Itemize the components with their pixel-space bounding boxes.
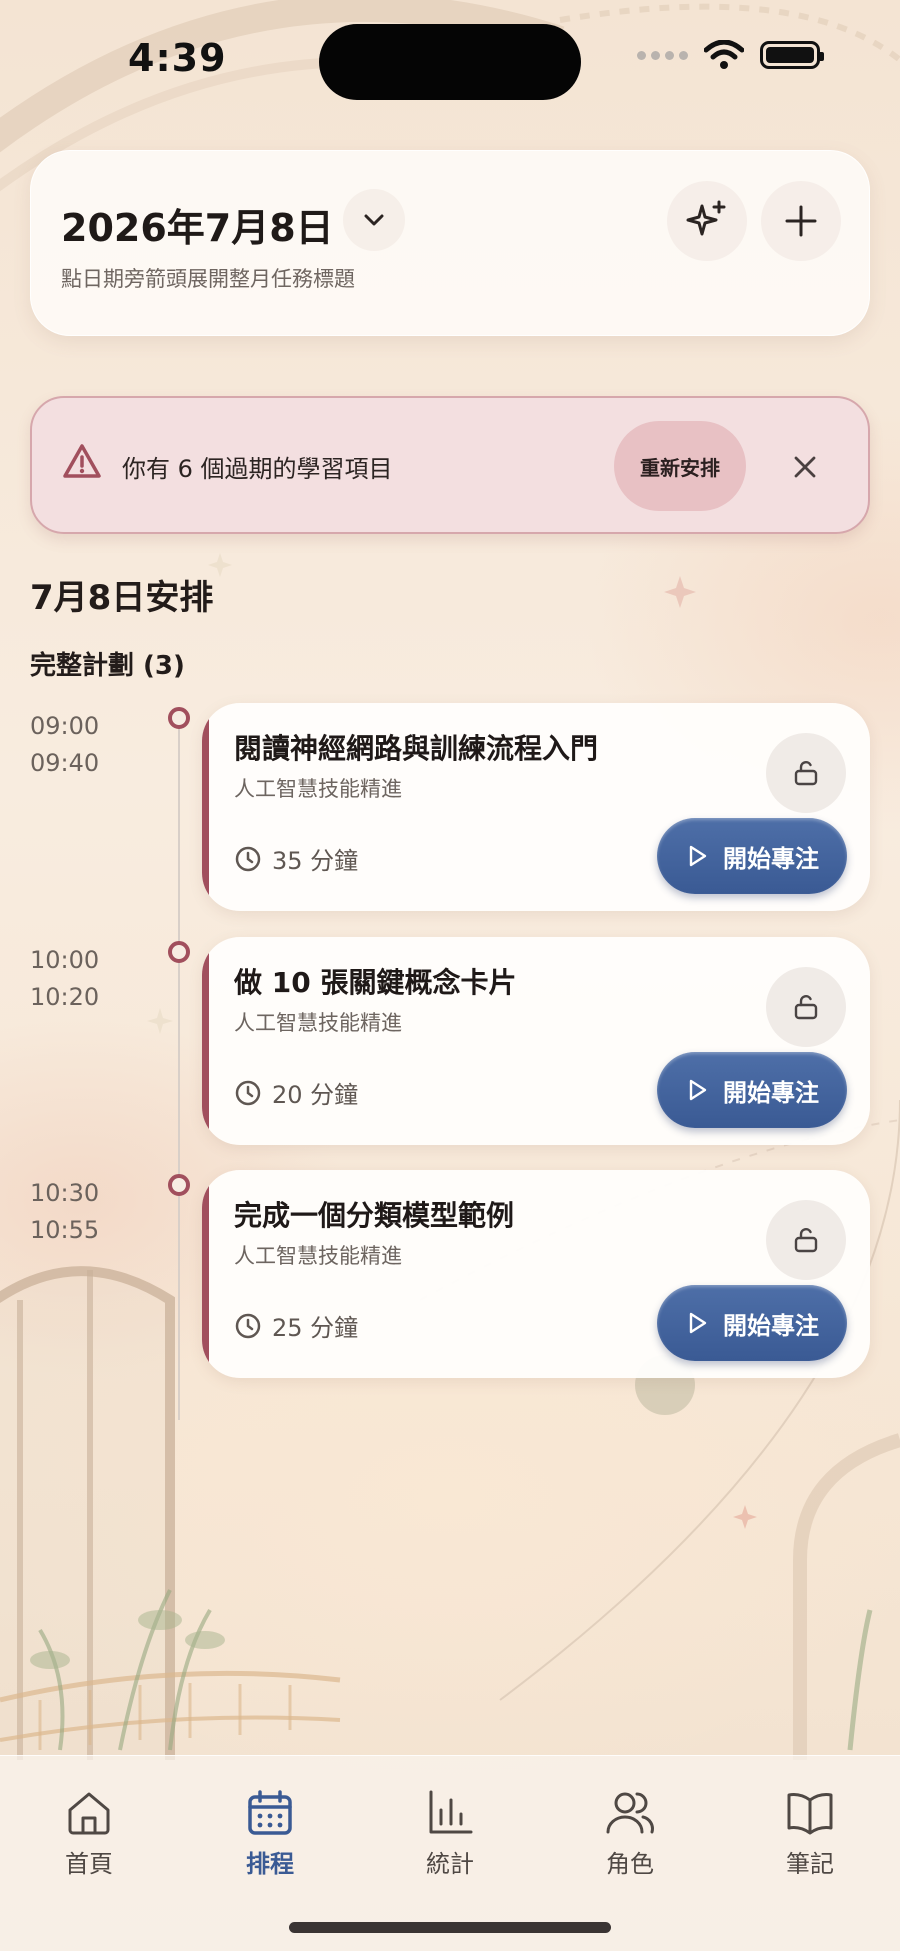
timeline-dot [168, 707, 190, 729]
tab-home-label: 首頁 [65, 1850, 113, 1878]
start-focus-button[interactable]: 開始專注 [657, 1052, 847, 1128]
play-icon [689, 1079, 707, 1101]
home-indicator[interactable] [289, 1922, 611, 1933]
overdue-alert-banner: 你有 6 個過期的學習項目 重新安排 [30, 396, 870, 534]
warning-triangle-icon [63, 444, 101, 478]
status-bar-indicators [637, 40, 824, 70]
home-icon [68, 1792, 110, 1835]
wifi-icon [704, 40, 744, 69]
timeline-dot [168, 1174, 190, 1196]
task-card[interactable]: 閱讀神經網路與訓練流程入門 人工智慧技能精進 35 分鐘 開始專注 [202, 703, 870, 911]
tab-characters[interactable]: 角色 [570, 1788, 690, 1879]
day-schedule-title: 7月8日安排 [30, 578, 214, 618]
task-duration: 35 分鐘 [234, 841, 358, 876]
clock-icon [235, 1313, 261, 1338]
reschedule-button[interactable]: 重新安排 [614, 421, 746, 511]
task-title: 完成一個分類模型範例 [234, 1199, 515, 1232]
task-duration: 20 分鐘 [234, 1075, 358, 1110]
task-goal: 人工智慧技能精進 [234, 777, 402, 801]
lock-toggle-button[interactable] [766, 733, 846, 813]
task-goal: 人工智慧技能精進 [234, 1244, 402, 1268]
close-icon [794, 456, 816, 478]
start-focus-button[interactable]: 開始專注 [657, 1285, 847, 1361]
bar-chart-icon [429, 1790, 473, 1834]
tab-stats-label: 統計 [426, 1850, 474, 1878]
task-end-time: 10:55 [30, 1216, 100, 1244]
users-icon [606, 1792, 654, 1834]
start-focus-label: 開始專注 [723, 844, 819, 873]
unlock-icon [794, 995, 818, 1020]
chevron-down-icon [364, 214, 384, 226]
expand-month-button[interactable] [343, 189, 405, 251]
task-card[interactable]: 做 10 張關鍵概念卡片 人工智慧技能精進 20 分鐘 開始專注 [202, 937, 870, 1145]
task-start-time: 10:30 [30, 1179, 100, 1207]
ai-suggest-button[interactable] [667, 181, 747, 261]
task-duration-label: 25 分鐘 [272, 1314, 359, 1342]
signal-dots-icon [637, 50, 688, 60]
dynamic-island [319, 24, 581, 100]
tab-schedule[interactable]: 排程 [210, 1788, 330, 1879]
task-duration-label: 35 分鐘 [272, 847, 359, 875]
start-focus-label: 開始專注 [723, 1311, 819, 1340]
play-icon [689, 1312, 707, 1334]
tab-home[interactable]: 首頁 [29, 1788, 149, 1879]
plus-icon [785, 205, 817, 237]
task-end-time: 09:40 [30, 749, 100, 777]
unlock-icon [794, 1228, 818, 1253]
task-end-time: 10:20 [30, 983, 100, 1011]
lock-toggle-button[interactable] [766, 967, 846, 1047]
add-task-button[interactable] [761, 181, 841, 261]
lock-toggle-button[interactable] [766, 1200, 846, 1280]
overdue-alert-message: 你有 6 個過期的學習項目 [122, 455, 393, 483]
clock-icon [235, 846, 261, 871]
tab-schedule-label: 排程 [246, 1850, 294, 1878]
task-duration: 25 分鐘 [234, 1308, 358, 1343]
unlock-icon [794, 761, 818, 786]
task-start-time: 10:00 [30, 946, 100, 974]
task-start-time: 09:00 [30, 712, 100, 740]
task-time-range: 10:00 10:20 [30, 942, 99, 1016]
task-time-range: 09:00 09:40 [30, 708, 99, 782]
start-focus-button[interactable]: 開始專注 [657, 818, 847, 894]
tab-notes[interactable]: 筆記 [750, 1788, 870, 1879]
task-title: 做 10 張關鍵概念卡片 [234, 966, 517, 999]
play-icon [689, 845, 707, 867]
status-bar-time: 4:39 [128, 36, 227, 80]
battery-icon [760, 41, 824, 69]
task-title: 閱讀神經網路與訓練流程入門 [234, 732, 599, 765]
header-hint: 點日期旁箭頭展開整月任務標題 [61, 267, 355, 291]
calendar-icon [248, 1790, 292, 1835]
clock-icon [235, 1080, 261, 1105]
dismiss-alert-button[interactable] [780, 442, 830, 492]
sparkles-icon [686, 200, 726, 236]
task-card[interactable]: 完成一個分類模型範例 人工智慧技能精進 25 分鐘 開始專注 [202, 1170, 870, 1378]
task-duration-label: 20 分鐘 [272, 1081, 359, 1109]
selected-date[interactable]: 2026年7月8日 [61, 197, 334, 252]
timeline-line [178, 720, 180, 1420]
tab-characters-label: 角色 [606, 1850, 654, 1878]
tab-stats[interactable]: 統計 [390, 1788, 510, 1879]
start-focus-label: 開始專注 [723, 1078, 819, 1107]
book-icon [787, 1793, 833, 1835]
date-header-card: 2026年7月8日 點日期旁箭頭展開整月任務標題 [30, 150, 870, 336]
task-goal: 人工智慧技能精進 [234, 1011, 402, 1035]
timeline-dot [168, 941, 190, 963]
plan-count-heading: 完整計劃 (3) [30, 651, 185, 681]
task-time-range: 10:30 10:55 [30, 1175, 99, 1249]
tab-notes-label: 筆記 [786, 1850, 834, 1878]
